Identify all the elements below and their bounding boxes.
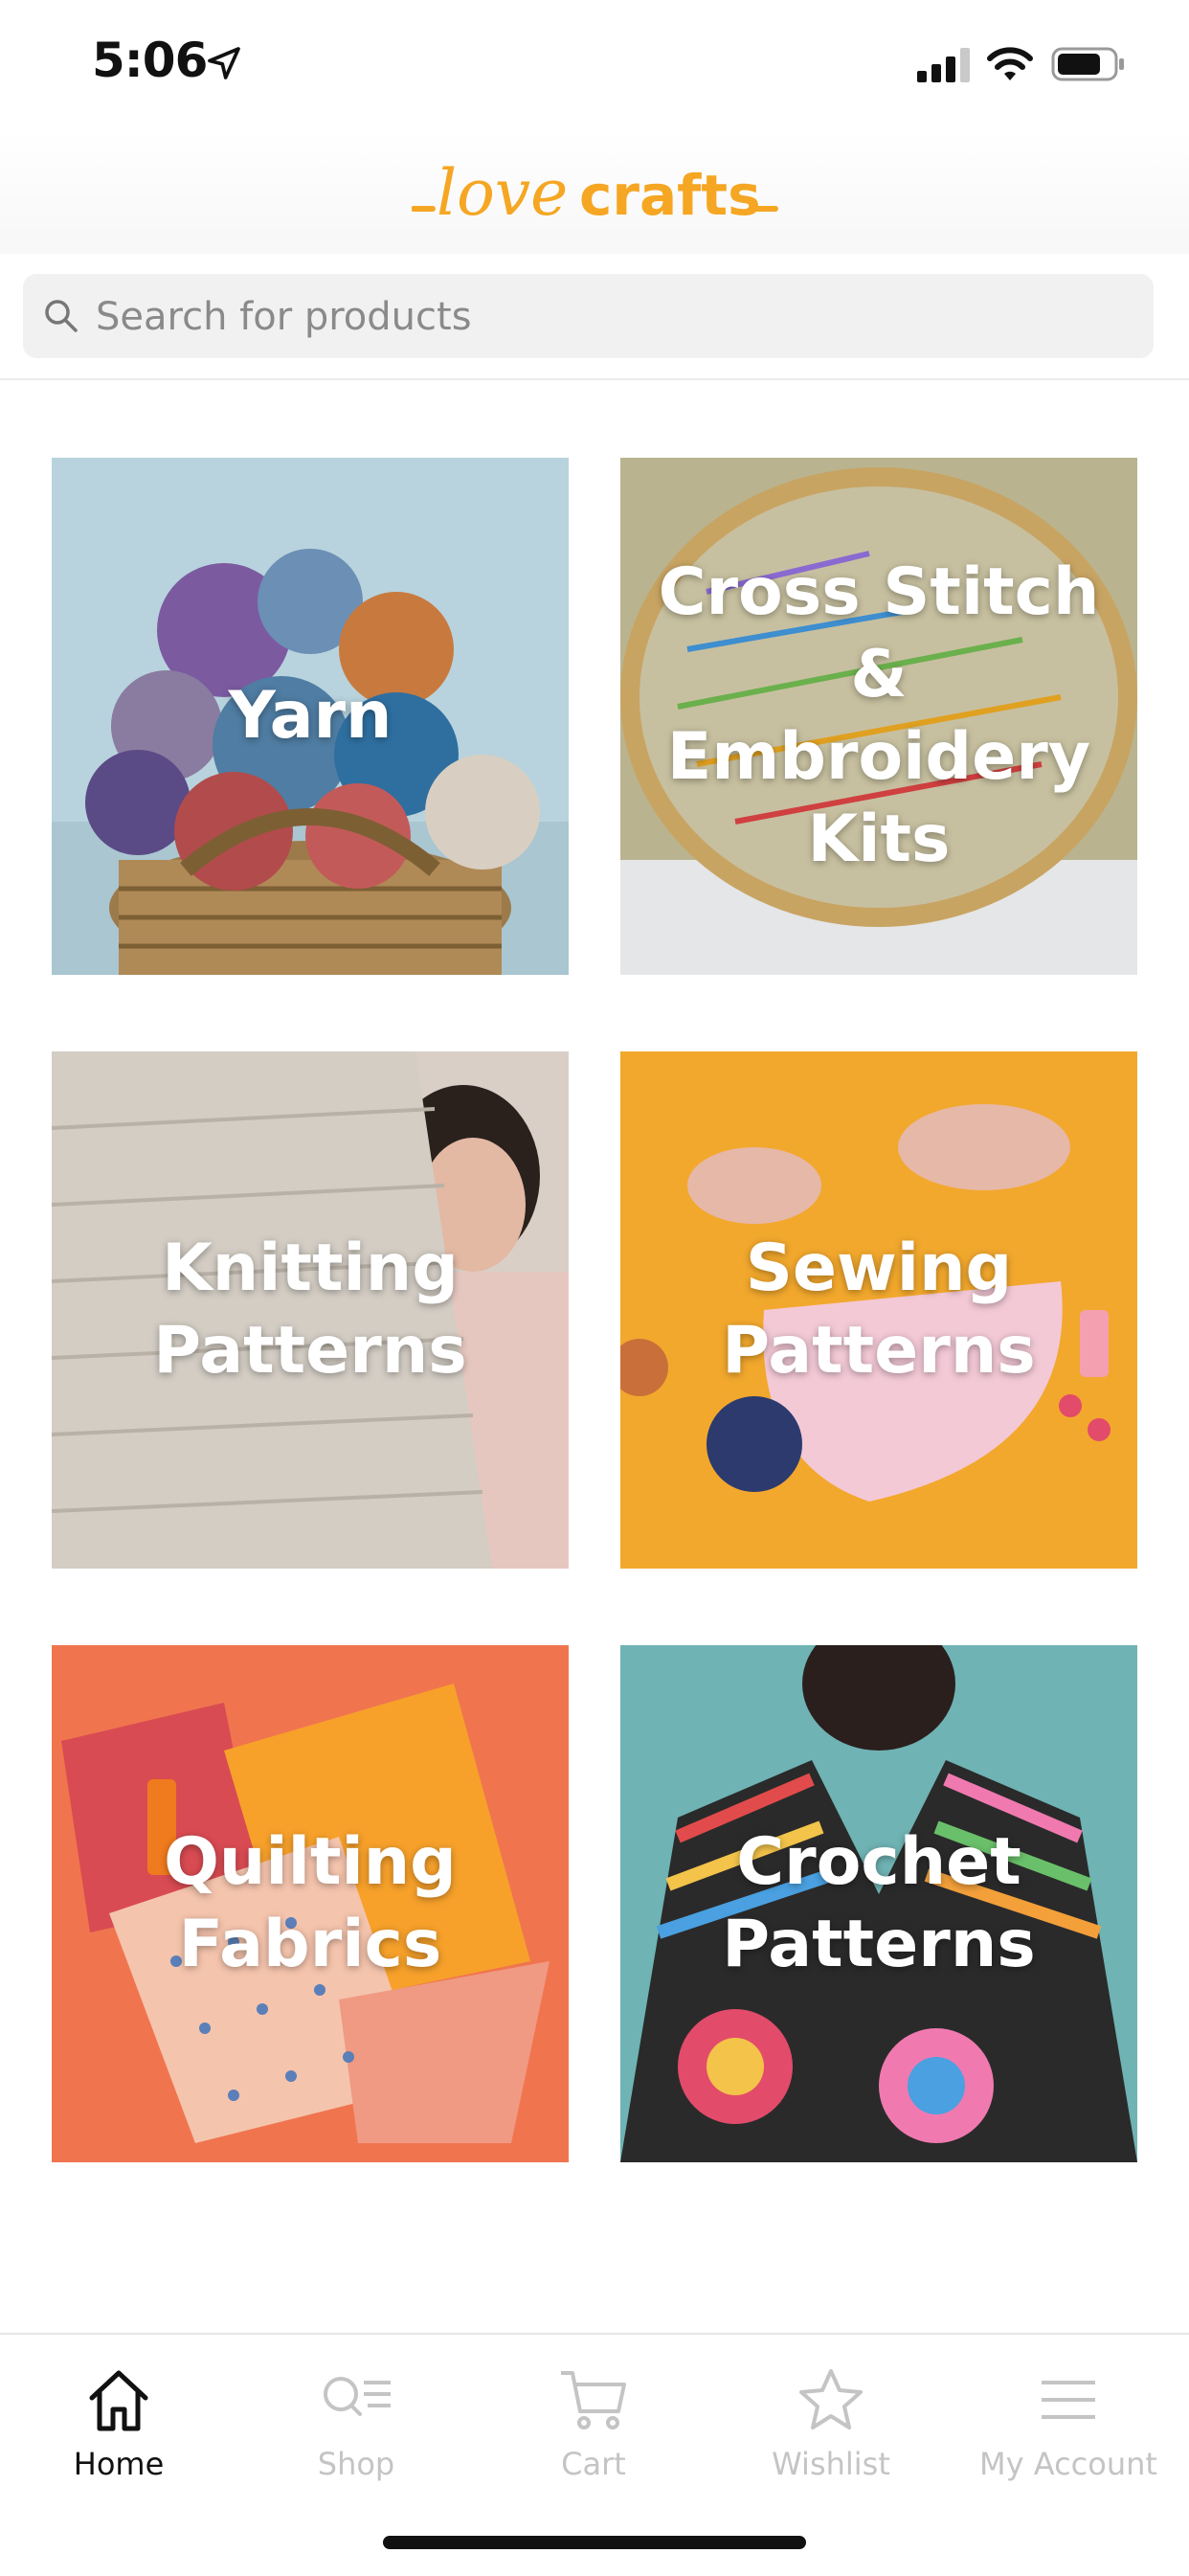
category-tile-crochet-patterns[interactable]: Crochet Patterns	[620, 1645, 1137, 2162]
tab-my-account[interactable]: My Account	[950, 2335, 1187, 2497]
tab-home[interactable]: Home	[0, 2335, 237, 2497]
category-tile-yarn[interactable]: Yarn	[52, 458, 569, 975]
category-label: Crochet Patterns	[722, 1824, 1036, 1982]
search-icon	[45, 300, 78, 332]
star-icon	[799, 2369, 863, 2429]
lovecrafts-logo: love crafts	[412, 156, 778, 230]
menu-icon	[1042, 2381, 1095, 2419]
category-tile-cross-stitch-embroidery-kits[interactable]: Cross Stitch & Embroidery Kits	[620, 458, 1137, 975]
status-bar: 5:06	[0, 0, 1189, 129]
category-label: Sewing Patterns	[722, 1231, 1036, 1389]
status-time: 5:06	[92, 33, 208, 88]
svg-text:crafts: crafts	[579, 163, 761, 228]
home-indicator	[383, 2536, 806, 2549]
search-input[interactable]	[94, 274, 1132, 360]
tab-label: Cart	[561, 2446, 626, 2482]
header-divider	[0, 378, 1189, 380]
shop-icon	[324, 2377, 391, 2416]
tab-cart[interactable]: Cart	[475, 2335, 712, 2497]
svg-text:love: love	[437, 156, 568, 230]
category-label: Cross Stitch & Embroidery Kits	[658, 554, 1100, 877]
tab-shop[interactable]: Shop	[237, 2335, 475, 2497]
cart-icon	[561, 2371, 626, 2429]
category-label: Yarn	[228, 678, 393, 754]
home-icon	[89, 2370, 148, 2431]
cellular-signal-icon	[917, 48, 970, 82]
tab-label: Wishlist	[772, 2446, 890, 2482]
category-tile-quilting-fabrics[interactable]: Quilting Fabrics	[52, 1645, 569, 2162]
battery-icon	[1051, 47, 1124, 81]
location-arrow-icon	[208, 47, 240, 79]
tab-label: Home	[73, 2446, 165, 2482]
tab-label: Shop	[317, 2446, 395, 2482]
search-bar[interactable]	[23, 274, 1154, 360]
wifi-icon	[987, 47, 1033, 80]
tab-label: My Account	[979, 2446, 1157, 2482]
category-label: Knitting Patterns	[153, 1231, 467, 1389]
category-tile-sewing-patterns[interactable]: Sewing Patterns	[620, 1051, 1137, 1569]
category-tile-knitting-patterns[interactable]: Knitting Patterns	[52, 1051, 569, 1569]
tab-wishlist[interactable]: Wishlist	[712, 2335, 950, 2497]
category-label: Quilting Fabrics	[164, 1824, 457, 1982]
